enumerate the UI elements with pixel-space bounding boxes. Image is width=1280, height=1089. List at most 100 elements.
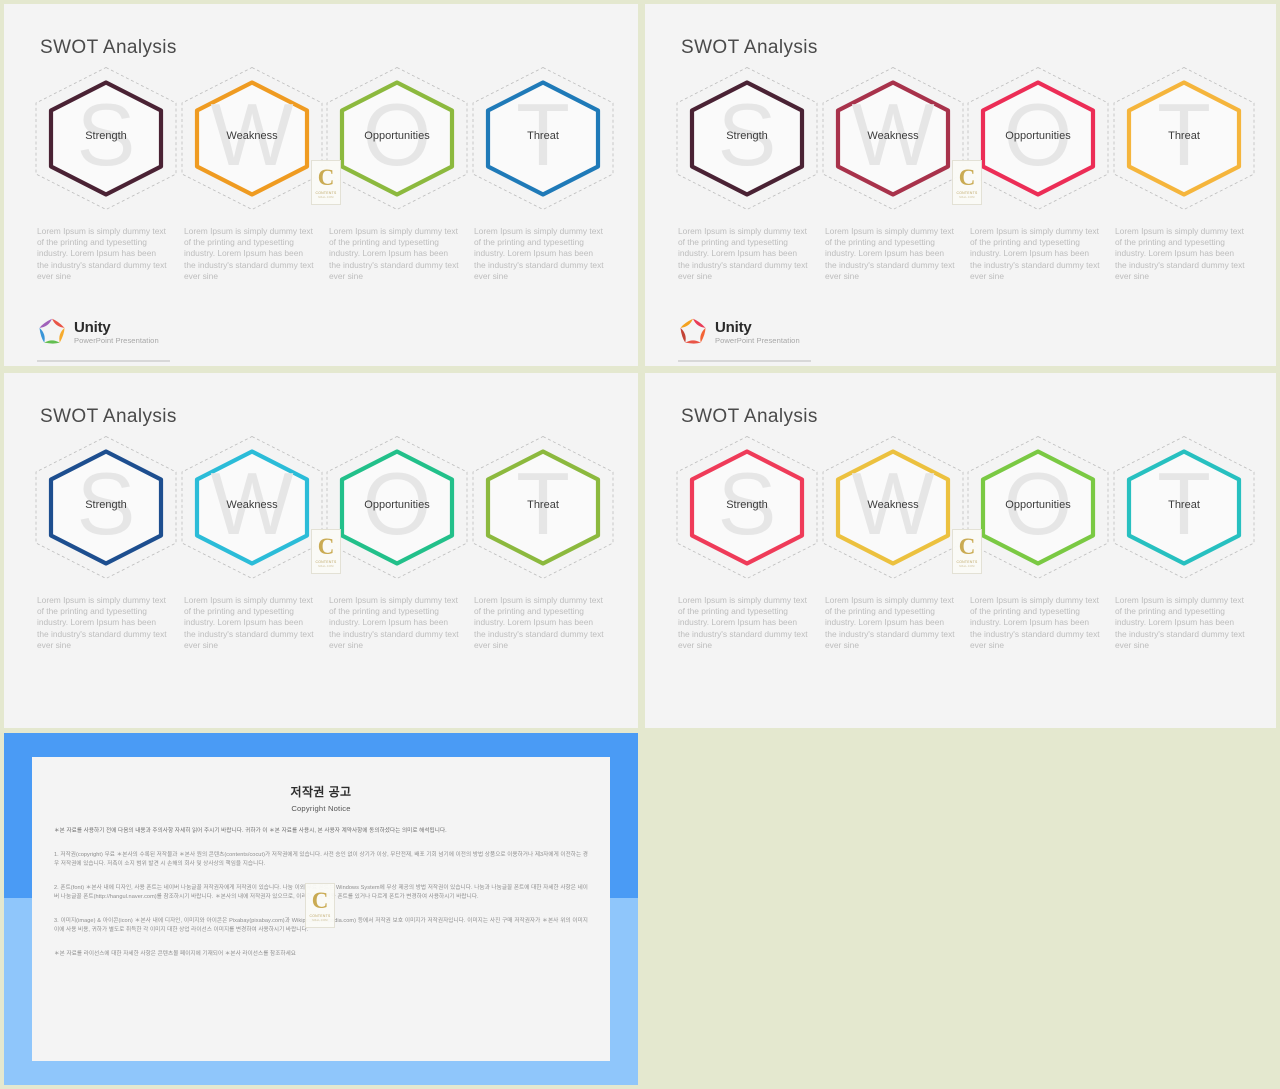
swot-description: Lorem Ipsum is simply dummy text of the … [184,226,314,282]
swot-card-opportunities[interactable]: O Opportunities [964,66,1112,211]
watermark-line2: MALL.COM [318,195,334,199]
hexagon-shape: S Strength [32,66,180,211]
swot-card-threat[interactable]: T Threat [469,66,617,211]
hexagon-shape: W Weakness [819,66,967,211]
watermark-line1: CONTENTS [315,190,337,195]
swot-card-threat[interactable]: T Threat [1110,435,1258,580]
swot-description: Lorem Ipsum is simply dummy text of the … [37,226,167,282]
swot-description-text: Lorem Ipsum is simply dummy text of the … [970,595,1100,650]
hexagon-shape: W Weakness [178,66,326,211]
swot-description-text: Lorem Ipsum is simply dummy text of the … [329,226,459,281]
swot-description: Lorem Ipsum is simply dummy text of the … [1115,595,1245,651]
watermark-letter: C [317,533,335,559]
swot-card-strength[interactable]: S Strength [32,66,180,211]
swot-description-text: Lorem Ipsum is simply dummy text of the … [678,226,808,281]
contents-mall-watermark: C CONTENTS MALL.COM [952,160,982,205]
swot-description-text: Lorem Ipsum is simply dummy text of the … [825,226,955,281]
swot-description: Lorem Ipsum is simply dummy text of the … [474,595,604,651]
copyright-title: 저작권 공고 [290,785,352,799]
slide-thumbnail-3[interactable]: SWOT Analysis S Strength Lorem Ipsum is si… [4,373,638,728]
footer-divider [678,360,811,362]
hexagon-shape: W Weakness [178,435,326,580]
swot-description-text: Lorem Ipsum is simply dummy text of the … [474,595,604,650]
hexagon-row: S Strength Lorem Ipsum is simply dummy tex… [645,373,1276,728]
hexagon-row: S Strength Lorem Ipsum is simply dummy tex… [645,4,1276,366]
hexagon-shape: O Opportunities [323,66,471,211]
swot-card-opportunities[interactable]: O Opportunities [323,66,471,211]
swot-description-text: Lorem Ipsum is simply dummy text of the … [184,595,314,650]
swot-card-threat[interactable]: T Threat [1110,66,1258,211]
watermark-line1: CONTENTS [956,559,978,564]
watermark-line1: CONTENTS [309,913,331,918]
swot-card-weakness[interactable]: W Weakness [178,66,326,211]
presentation-thumbnail-grid: SWOT Analysis S Strength Lorem Ipsum is si… [0,0,1280,1089]
swot-description-text: Lorem Ipsum is simply dummy text of the … [970,226,1100,281]
swot-description-text: Lorem Ipsum is simply dummy text of the … [1115,595,1245,650]
logo-name: Unity [715,318,752,336]
unity-logo-block: Unity PowerPoint Presentation [678,317,800,347]
unity-logo-block: Unity PowerPoint Presentation [37,317,159,347]
hexagon-shape: W Weakness [819,435,967,580]
hexagon-shape: T Threat [469,66,617,211]
watermark-line1: CONTENTS [956,190,978,195]
contents-mall-watermark: C CONTENTS MALL.COM [311,160,341,205]
watermark-line2: MALL.COM [959,564,975,568]
hexagon-row: S Strength Lorem Ipsum is simply dummy tex… [4,4,638,366]
swot-description-text: Lorem Ipsum is simply dummy text of the … [37,226,167,281]
swot-card-strength[interactable]: S Strength [32,435,180,580]
slide-thumbnail-1[interactable]: SWOT Analysis S Strength Lorem Ipsum is si… [4,4,638,366]
swot-description: Lorem Ipsum is simply dummy text of the … [825,226,955,282]
swot-description: Lorem Ipsum is simply dummy text of the … [37,595,167,651]
swot-card-opportunities[interactable]: O Opportunities [964,435,1112,580]
swot-card-strength[interactable]: S Strength [673,435,821,580]
swot-description: Lorem Ipsum is simply dummy text of the … [825,595,955,651]
swot-description-text: Lorem Ipsum is simply dummy text of the … [678,595,808,650]
slide-thumbnail-4[interactable]: SWOT Analysis S Strength Lorem Ipsum is si… [645,373,1276,728]
swot-card-opportunities[interactable]: O Opportunities [323,435,471,580]
contents-mall-watermark: C CONTENTS MALL.COM [311,529,341,574]
swot-description: Lorem Ipsum is simply dummy text of the … [970,226,1100,282]
swot-description-text: Lorem Ipsum is simply dummy text of the … [1115,226,1245,281]
swot-card-weakness[interactable]: W Weakness [819,66,967,211]
swot-description-text: Lorem Ipsum is simply dummy text of the … [825,595,955,650]
swot-card-weakness[interactable]: W Weakness [178,435,326,580]
unity-pinwheel-icon [678,317,708,347]
swot-description-text: Lorem Ipsum is simply dummy text of the … [474,226,604,281]
swot-card-threat[interactable]: T Threat [469,435,617,580]
hexagon-shape: O Opportunities [964,435,1112,580]
slide-thumbnail-copyright[interactable]: 저작권 공고 Copyright Notice ＊본 자료를 사용하기 전에 다… [4,733,638,1085]
hexagon-shape: T Threat [1110,435,1258,580]
hexagon-shape: O Opportunities [323,435,471,580]
swot-description-text: Lorem Ipsum is simply dummy text of the … [37,595,167,650]
watermark-letter: C [958,533,976,559]
watermark-line2: MALL.COM [959,195,975,199]
watermark-letter: C [317,164,335,190]
copyright-paragraph: 1. 저작권(copyright) 무료 ＊본사의 수록된 저작물과 ＊본사 원… [54,851,588,868]
hexagon-shape: S Strength [673,435,821,580]
swot-description: Lorem Ipsum is simply dummy text of the … [329,226,459,282]
logo-subtitle: PowerPoint Presentation [74,335,159,345]
contents-mall-watermark: C CONTENTS MALL.COM [952,529,982,574]
watermark-letter: C [958,164,976,190]
contents-mall-watermark: C CONTENTS MALL.COM [305,883,335,928]
swot-description: Lorem Ipsum is simply dummy text of the … [474,226,604,282]
swot-description: Lorem Ipsum is simply dummy text of the … [184,595,314,651]
slide-thumbnail-2[interactable]: SWOT Analysis S Strength Lorem Ipsum is si… [645,4,1276,366]
watermark-line1: CONTENTS [315,559,337,564]
footer-divider [37,360,170,362]
copyright-subtitle: Copyright Notice [291,804,351,813]
swot-card-strength[interactable]: S Strength [673,66,821,211]
copyright-paragraph: ＊본 자료를 라이선스에 대한 자세한 사항은 콘텐츠몰 페이지에 기재되어 ＊… [54,950,296,957]
copyright-paragraph: ＊본 자료를 사용하기 전에 다음의 내용과 주의사항 자세히 읽어 주시기 바… [54,828,447,834]
hexagon-shape: S Strength [32,435,180,580]
hexagon-shape: S Strength [673,66,821,211]
watermark-line2: MALL.COM [318,564,334,568]
swot-card-weakness[interactable]: W Weakness [819,435,967,580]
swot-description-text: Lorem Ipsum is simply dummy text of the … [184,226,314,281]
swot-description: Lorem Ipsum is simply dummy text of the … [329,595,459,651]
hexagon-row: S Strength Lorem Ipsum is simply dummy tex… [4,373,638,728]
swot-description: Lorem Ipsum is simply dummy text of the … [678,226,808,282]
unity-pinwheel-icon [37,317,67,347]
hexagon-shape: O Opportunities [964,66,1112,211]
hexagon-shape: T Threat [469,435,617,580]
